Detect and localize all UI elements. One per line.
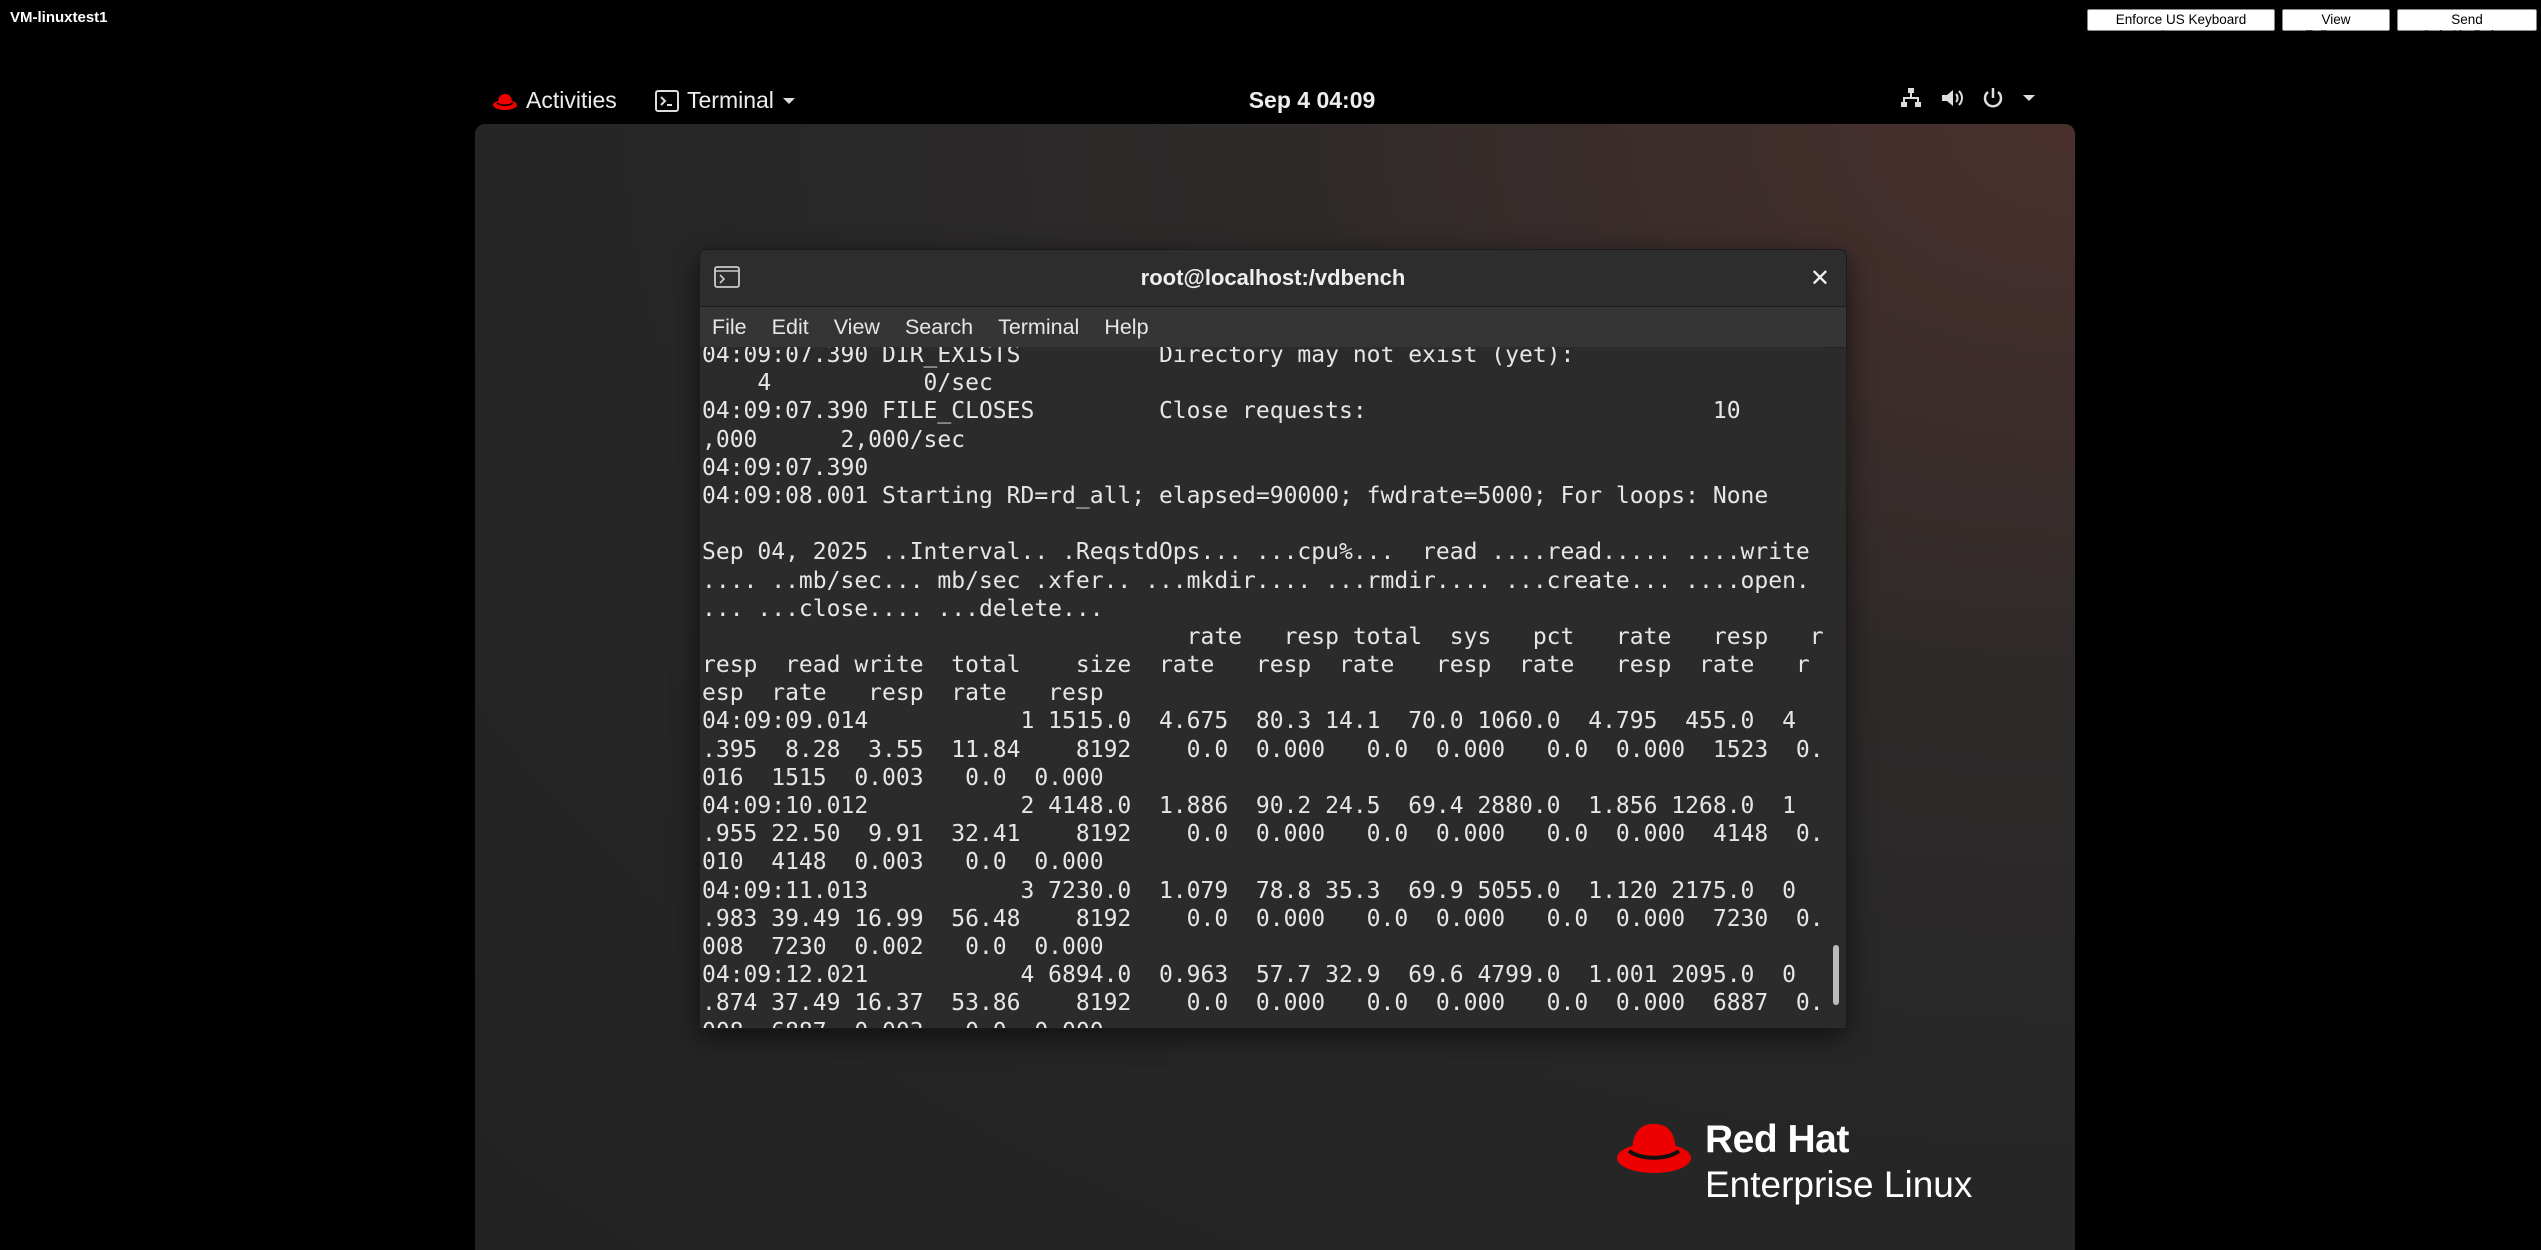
terminal-line: 04:09:07.390 FILE_CLOSES Close requests:… [702, 398, 1741, 425]
view-fullscreen-button[interactable]: View Fullscreen [2282, 9, 2390, 43]
terminal-line: .955 22.50 9.91 32.41 8192 0.0 0.000 0.0… [702, 821, 1824, 848]
menu-view[interactable]: View [834, 315, 893, 340]
send-ctrl-alt-delete-button[interactable]: Send Ctrl+Alt+Delete [2397, 9, 2537, 43]
close-icon[interactable]: ✕ [1810, 264, 1830, 293]
terminal-line: 008 6887 0.003 0.0 0.000 [702, 1018, 1824, 1029]
terminal-line: 4 0/sec [702, 370, 993, 397]
menu-edit[interactable]: Edit [772, 315, 822, 340]
activities-button[interactable]: Activities [492, 87, 617, 114]
system-tray[interactable] [1900, 87, 2036, 109]
terminal-line: ... ...close.... ...delete... [702, 595, 1104, 622]
chevron-down-icon [782, 97, 795, 104]
terminal-title: root@localhost:/vdbench [1140, 265, 1406, 290]
logo-text: Red Hat Enterprise Linux [1705, 1120, 1972, 1203]
enforce-us-keyboard-button[interactable]: Enforce US Keyboard Layout [2087, 9, 2275, 43]
power-icon [1983, 88, 2003, 108]
redhat-fedora-logo-icon [1617, 1124, 1691, 1173]
scrollbar-thumb[interactable] [1833, 945, 1839, 1005]
terminal-line: 04:09:08.001 Starting RD=rd_all; elapsed… [702, 482, 1769, 509]
menu-help[interactable]: Help [1104, 315, 1161, 340]
terminal-line: 04:09:07.390 DIR_EXISTS Directory may no… [702, 347, 1575, 368]
app-menu-label: Terminal [687, 87, 774, 113]
terminal-header[interactable]: root@localhost:/vdbench ✕ [700, 250, 1846, 307]
terminal-line: .... ..mb/sec... mb/sec .xfer.. ...mkdir… [702, 567, 1810, 594]
terminal-line: 04:09:11.013 3 7230.0 1.079 78.8 35.3 69… [702, 877, 1796, 904]
gnome-top-bar: Activities Terminal Sep 4 04:09 [475, 78, 2075, 124]
terminal-line: .983 39.49 16.99 56.48 8192 0.0 0.000 0.… [702, 905, 1824, 932]
activities-label: Activities [526, 87, 617, 113]
vm-title: VM-linuxtest1 [10, 9, 108, 26]
terminal-line: .395 8.28 3.55 11.84 8192 0.0 0.000 0.0 … [702, 736, 1824, 763]
terminal-line: 04:09:09.014 1 1515.0 4.675 80.3 14.1 70… [702, 708, 1796, 735]
terminal-line: rate resp total sys pct rate resp rate [702, 623, 1824, 650]
redhat-logo: Red Hat Enterprise Linux [1615, 1120, 1972, 1203]
menu-terminal[interactable]: Terminal [998, 315, 1092, 340]
vm-toolbar: Enforce US Keyboard Layout View Fullscre… [2087, 9, 2537, 43]
menu-file[interactable]: File [712, 315, 760, 340]
terminal-line: 008 7230 0.002 0.0 0.000 [702, 933, 1104, 960]
terminal-menubar: File Edit View Search Terminal Help [700, 307, 1846, 348]
logo-line2: Enterprise Linux [1705, 1164, 1973, 1205]
volume-icon [1942, 90, 1963, 106]
redhat-fedora-icon [493, 93, 517, 110]
terminal-app-menu[interactable]: Terminal [655, 87, 796, 114]
terminal-line: .874 37.49 16.37 53.86 8192 0.0 0.000 0.… [702, 990, 1824, 1017]
terminal-line: ,000 2,000/sec [702, 426, 966, 453]
terminal-line: Sep 04, 2025 ..Interval.. .ReqstdOps... … [702, 539, 1810, 566]
clock[interactable]: Sep 4 04:09 [1212, 87, 1412, 114]
network-icon [1901, 88, 1921, 107]
terminal-output[interactable]: 04:09:07.390 DIR_EXISTS Directory may no… [702, 347, 1824, 1028]
logo-line1: Red Hat [1705, 1118, 1849, 1161]
terminal-scrollbar[interactable] [1828, 347, 1842, 1028]
menu-search[interactable]: Search [905, 315, 986, 340]
terminal-line: 016 1515 0.003 0.0 0.000 [702, 764, 1104, 791]
terminal-line: 04:09:07.390 [702, 454, 869, 481]
terminal-line: 04:09:12.021 4 6894.0 0.963 57.7 32.9 69… [702, 962, 1796, 989]
terminal-window[interactable]: root@localhost:/vdbench ✕ File Edit View… [700, 250, 1846, 1028]
chevron-down-icon [2023, 95, 2035, 101]
terminal-line: 010 4148 0.003 0.0 0.000 [702, 849, 1104, 876]
terminal-line: 04:09:10.012 2 4148.0 1.886 90.2 24.5 69… [702, 793, 1796, 819]
terminal-line: resp read write total size rate resp rat… [702, 652, 1810, 679]
terminal-icon [655, 89, 679, 112]
terminal-line: esp rate resp rate resp [702, 680, 1104, 707]
